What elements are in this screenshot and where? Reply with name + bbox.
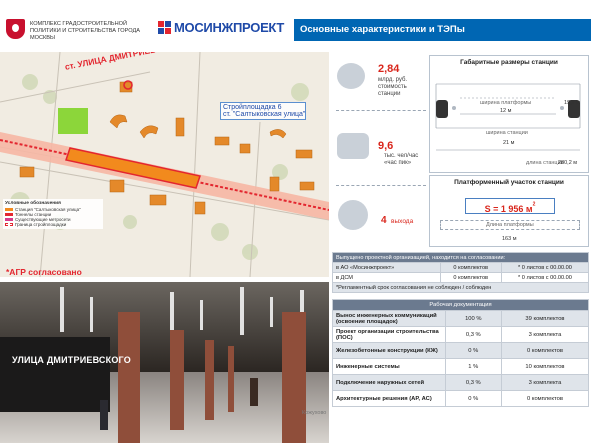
cell: 0 комплектов [500, 390, 590, 407]
platform-area-unit: 2 [532, 201, 536, 208]
issued-docs-table: Выпущено проектной организацией, находит… [332, 252, 590, 293]
legend-item: Граница стройплощадки [5, 222, 101, 227]
table-header: Выпущено проектной организацией, находит… [332, 252, 589, 263]
legend-swatch [5, 213, 13, 216]
table-row: Инженерные системы 1 % 10 комплектов [332, 358, 590, 375]
platform-width-value: 12 м [500, 108, 512, 114]
site-map: ст. УЛИЦА ДМИТРИЕВСКОГО Стройплощадка 6 … [0, 52, 329, 277]
platform-panel: Платформенный участок станции S = 1 956 … [429, 175, 589, 247]
platform-area-box: S = 1 956 м2 [465, 198, 555, 214]
legend-swatch [5, 218, 13, 221]
dimensions-panel: Габаритные размеры станции ширина платфо… [429, 55, 589, 173]
platform-length-label: Длина платформы [486, 222, 534, 228]
cell: в АО «Мосинжпроект» [332, 262, 441, 273]
kpi-exits-value: 4 [381, 215, 387, 226]
legend-label: Граница стройплощадки [15, 222, 67, 227]
cell: 10 комплектов [500, 358, 590, 375]
table-row: в ДСМ 0 комплектов * 0 листов с 00.00.00 [332, 272, 590, 283]
page-title: Основные характеристики и ТЭПы [300, 24, 465, 35]
slide: КОМПЛЕКС ГРАДОСТРОИТЕЛЬНОЙ ПОЛИТИКИ И СТ… [0, 0, 591, 443]
cell: 0 комплектов [439, 262, 502, 273]
cell: 0 % [444, 342, 502, 359]
cell: Архитектурные решения (АР, АС) [332, 390, 446, 407]
header: КОМПЛЕКС ГРАДОСТРОИТЕЛЬНОЙ ПОЛИТИКИ И СТ… [0, 0, 591, 52]
kpi-cost-label: млрд. руб. стоимость станции [378, 77, 408, 97]
platform-length-value: 163 м [502, 236, 517, 242]
cell: 3 комплекта [500, 326, 590, 343]
legend-swatch [5, 223, 13, 226]
map-legend: Условные обозначения Станция "Салтыковск… [3, 199, 103, 229]
cell: 0,3 % [444, 326, 502, 343]
moscow-crest-icon [6, 19, 25, 39]
footer-text: Кожухово [302, 410, 327, 416]
cell: 100 % [444, 310, 502, 327]
site-label-line2: ст. "Салтыковская улица" [223, 111, 306, 118]
platform-width-label: ширина платформы [480, 100, 532, 106]
legend-title: Условные обозначения [5, 201, 61, 206]
table-header: Рабочая документация [332, 299, 589, 311]
cell: Проект организации строительства (ПОС) [332, 326, 446, 343]
logo-text: МОСИНЖПРОЕКТ [174, 20, 285, 35]
table-row: Архитектурные решения (АР, АС) 0 % 0 ком… [332, 390, 590, 407]
work-docs-header: Рабочая документация [332, 299, 589, 311]
cell: 0 комплектов [500, 342, 590, 359]
table-row: Подключение наружных сетей 0,3 % 3 компл… [332, 374, 590, 391]
station-height-value: 19,5 м [564, 100, 581, 106]
work-docs-table: Рабочая документация Вынос инженерных ко… [332, 299, 590, 407]
mosinzhproekt-logo-icon [158, 21, 172, 35]
cell: Инженерные системы [332, 358, 446, 375]
department-name: КОМПЛЕКС ГРАДОСТРОИТЕЛЬНОЙ ПОЛИТИКИ И СТ… [30, 21, 140, 41]
issued-header: Выпущено проектной организацией, находит… [332, 252, 589, 263]
issued-note: *Регламентный срок согласования не соблю… [332, 282, 589, 293]
cell: * 0 листов с 00.00.00 [500, 272, 590, 283]
kpi-capacity-value: 9,6 [378, 140, 394, 152]
cell: 0,3 % [444, 374, 502, 391]
table-row: в АО «Мосинжпроект» 0 комплектов * 0 лис… [332, 262, 590, 273]
station-width-value: 21 м [503, 140, 515, 146]
cell: 0 комплектов [439, 272, 502, 283]
station-rendering: УЛИЦА ДМИТРИЕВСКОГО [0, 282, 329, 443]
cell: 0 % [444, 390, 502, 407]
dimensions-drawing [435, 83, 581, 151]
station-width-label: ширина станции [486, 130, 528, 136]
coins-icon [337, 63, 365, 89]
divider [336, 185, 426, 186]
title-bar: Основные характеристики и ТЭПы [294, 19, 591, 41]
cell: Вынос инженерных коммуникаций (освоение … [332, 310, 446, 327]
table-row: Железобетонные конструкции (КЖ) 0 % 0 ко… [332, 342, 590, 359]
agr-note: *АГР согласовано [6, 267, 82, 277]
cell: 1 % [444, 358, 502, 375]
legend-swatch [5, 208, 13, 211]
crowd-icon [337, 133, 369, 159]
platform-title: Платформенный участок станции [454, 179, 564, 186]
platform-area: S = 1 956 м [484, 204, 533, 214]
table-row: Проект организации строительства (ПОС) 0… [332, 326, 590, 343]
running-man-icon [338, 200, 368, 230]
kpi-capacity-label: тыс. чел/час «час пик» [384, 153, 419, 166]
kpi-cost-value: 2,84 [378, 63, 400, 75]
table-row: *Регламентный срок согласования не соблю… [332, 282, 589, 293]
station-name-sign: УЛИЦА ДМИТРИЕВСКОГО [12, 355, 131, 365]
cell: 3 комплекта [500, 374, 590, 391]
site-label-box: Стройплощадка 6 ст. "Салтыковская улица" [220, 102, 306, 120]
kpi-exits: 4 выхода [381, 210, 413, 228]
map-drawing [0, 52, 329, 277]
station-length-value: 280,2 м [558, 160, 578, 166]
cell: в ДСМ [332, 272, 441, 283]
cell: Железобетонные конструкции (КЖ) [332, 342, 446, 359]
cell: * 0 листов с 00.00.00 [500, 262, 590, 273]
divider [336, 110, 426, 111]
cell: 39 комплектов [500, 310, 590, 327]
cell: Подключение наружных сетей [332, 374, 446, 391]
site-label-line1: Стройплощадка 6 [223, 104, 282, 111]
kpi-exits-label: выхода [391, 218, 414, 225]
table-row: Вынос инженерных коммуникаций (освоение … [332, 310, 590, 327]
